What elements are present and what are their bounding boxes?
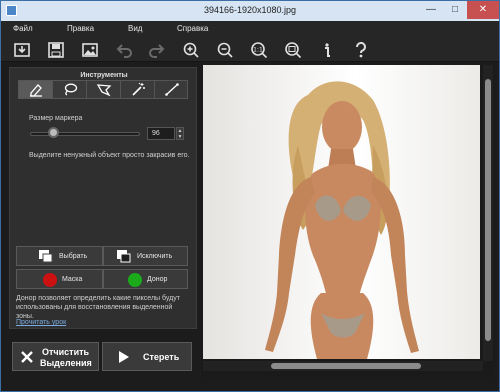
tools-panel: Инструменты Размер маркера 96 ▲ ▼ Выделит… (9, 67, 197, 329)
marker-size-slider[interactable] (30, 132, 140, 136)
donor-color-icon (128, 273, 142, 287)
actual-size-icon[interactable]: 1:1 (250, 41, 268, 59)
maximize-button[interactable]: □ (444, 1, 466, 19)
help-icon[interactable] (352, 41, 370, 59)
menu-bar: Файл Правка Вид Справка (1, 21, 499, 38)
select-label: Выбрать (59, 253, 88, 260)
photo-figure (265, 81, 419, 359)
marker-icon (30, 84, 42, 97)
vertical-scrollbar[interactable] (483, 65, 493, 361)
line-icon (165, 83, 179, 96)
donor-description: Донор позволяет определить какие пикселы… (16, 295, 180, 320)
mask-color-icon (43, 273, 57, 287)
marker-size-slider-thumb[interactable] (48, 127, 59, 138)
image-icon[interactable] (81, 41, 99, 59)
undo-icon[interactable] (115, 41, 133, 59)
toolbar: 1:1 (1, 38, 499, 62)
lasso-tool-button[interactable] (53, 81, 87, 98)
play-icon (119, 351, 129, 363)
svg-text:1:1: 1:1 (253, 47, 263, 54)
donor-button[interactable]: Донор (103, 269, 188, 289)
horizontal-scroll-thumb[interactable] (271, 363, 421, 369)
erase-button[interactable]: Стереть (102, 342, 192, 371)
lasso-icon (64, 83, 78, 96)
info-icon[interactable] (318, 41, 336, 59)
exclude-button[interactable]: Исключить (103, 246, 188, 266)
line-tool-button[interactable] (155, 81, 189, 98)
fit-screen-icon[interactable] (284, 41, 302, 59)
close-button[interactable]: ✕ (467, 1, 499, 19)
photo-preview[interactable] (203, 65, 480, 359)
menu-view[interactable]: Вид (128, 24, 142, 33)
clear-selection-button[interactable]: Отчистить Выделения (12, 342, 99, 371)
marker-size-label: Размер маркера (29, 115, 83, 122)
tool-selector (18, 80, 188, 99)
hint-text: Выделите ненужный объект просто закрасив… (29, 152, 190, 159)
redo-icon[interactable] (148, 41, 166, 59)
vertical-scroll-thumb[interactable] (485, 79, 491, 341)
polygonal-lasso-tool-button[interactable] (87, 81, 121, 98)
clear-label-line2: Выделения (40, 358, 92, 368)
mask-button[interactable]: Маска (16, 269, 103, 289)
app-window: 394166-1920x1080.jpg — □ ✕ Файл Правка В… (0, 0, 500, 392)
exclude-icon (117, 250, 131, 263)
clear-x-icon (21, 351, 33, 363)
menu-file[interactable]: Файл (13, 24, 33, 33)
zoom-out-icon[interactable] (216, 41, 234, 59)
panel-title: Инструменты (80, 72, 128, 79)
donor-label: Донор (147, 276, 168, 283)
exclude-label: Исключить (137, 253, 173, 260)
save-icon[interactable] (47, 41, 65, 59)
horizontal-scrollbar[interactable] (203, 361, 483, 371)
marker-size-spinner[interactable]: ▲ ▼ (176, 127, 184, 140)
marker-tool-button[interactable] (19, 81, 53, 98)
title-bar: 394166-1920x1080.jpg — □ ✕ (1, 1, 499, 21)
menu-help[interactable]: Справка (177, 24, 208, 33)
menu-edit[interactable]: Правка (67, 24, 94, 33)
magic-wand-icon (132, 82, 145, 96)
marker-size-input[interactable]: 96 (147, 127, 175, 140)
magic-wand-tool-button[interactable] (121, 81, 155, 98)
image-canvas[interactable] (201, 65, 495, 377)
select-icon (39, 250, 53, 263)
zoom-in-icon[interactable] (182, 41, 200, 59)
polygon-lasso-icon (96, 84, 112, 97)
erase-label: Стереть (143, 352, 180, 362)
minimize-button[interactable]: — (420, 1, 442, 19)
clear-label-line1: Отчистить (42, 347, 90, 357)
import-icon[interactable] (13, 41, 31, 59)
read-lesson-link[interactable]: Прочитать урок (16, 319, 66, 326)
mask-label: Маска (62, 276, 83, 283)
select-button[interactable]: Выбрать (16, 246, 103, 266)
